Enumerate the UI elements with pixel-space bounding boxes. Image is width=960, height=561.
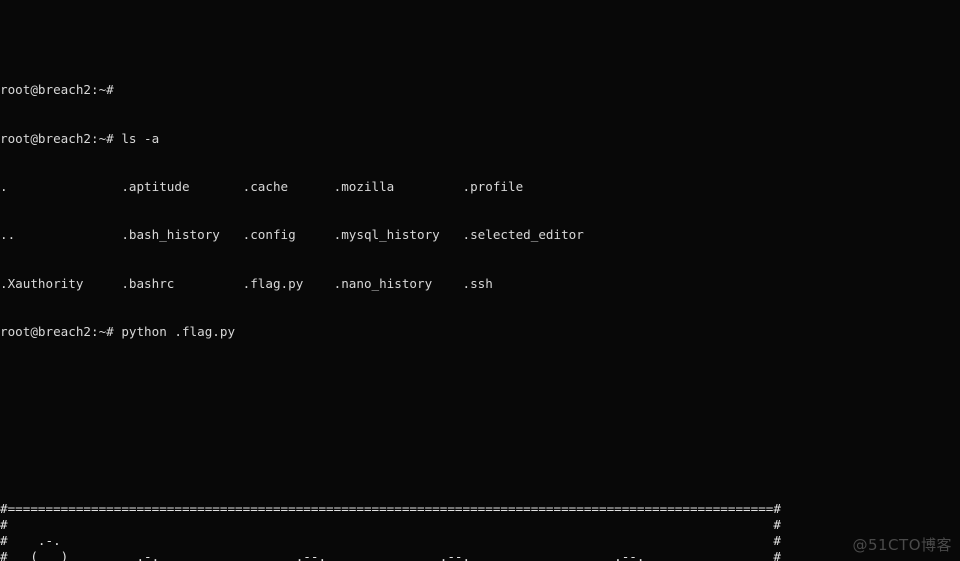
ascii-art-banner: #=======================================… <box>0 500 781 561</box>
shell-command-python-flag: root@breach2:~# python .flag.py <box>0 323 236 339</box>
ls-output-row-1: . .aptitude .cache .mozilla .profile <box>0 179 524 195</box>
ls-output-row-3: .Xauthority .bashrc .flag.py .nano_histo… <box>0 275 493 291</box>
terminal-screen: root@breach2:~# root@breach2:~# ls -a . … <box>0 32 960 561</box>
watermark-label: @51CTO博客 <box>852 536 952 554</box>
shell-command-ls: root@breach2:~# ls -a <box>0 130 160 146</box>
ls-output-row-2: .. .bash_history .config .mysql_history … <box>0 227 584 243</box>
shell-prompt-line-1: root@breach2:~# <box>0 82 122 98</box>
terminal-window[interactable]: root@breach2:~# root@breach2:~# ls -a . … <box>0 0 960 561</box>
